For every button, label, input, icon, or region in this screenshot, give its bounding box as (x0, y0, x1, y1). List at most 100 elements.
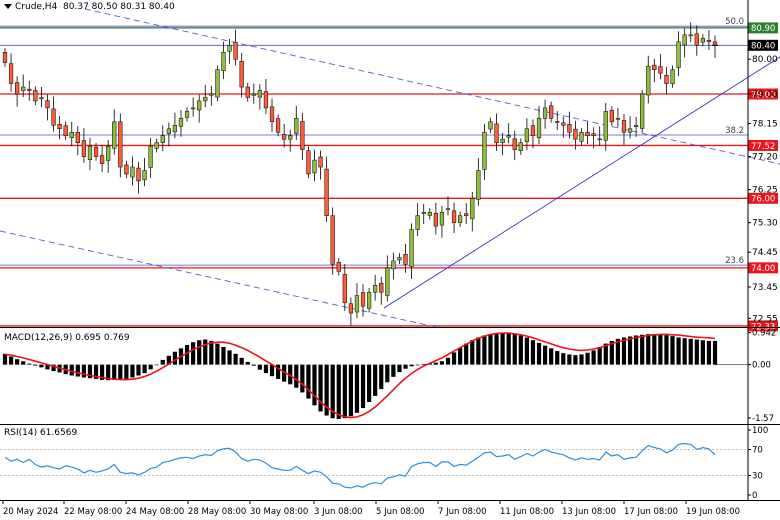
macd-histogram-bar (682, 338, 687, 365)
macd-histogram-bar (69, 364, 74, 376)
candle-body (330, 215, 335, 265)
macd-histogram-bar (561, 353, 566, 365)
price-tick-label: 72.55 (752, 314, 778, 324)
macd-histogram-bar (591, 350, 596, 365)
candle-body (627, 128, 633, 133)
candle-body (118, 121, 123, 168)
candle-body (112, 121, 117, 149)
time-tick-label: 13 Jun 08:00 (562, 507, 616, 517)
candle-body (506, 135, 511, 138)
macd-histogram-bar (203, 339, 208, 365)
candle-body (694, 33, 699, 46)
macd-histogram-bar (136, 364, 141, 376)
candle-body (676, 41, 681, 68)
candle-body (354, 295, 360, 313)
macd-histogram-bar (634, 335, 639, 365)
macd-histogram-bar (160, 359, 165, 365)
candle-body (69, 131, 74, 139)
macd-tick-label: -1.57 (752, 414, 774, 424)
candle-body (712, 41, 718, 46)
candle-body (494, 123, 499, 143)
upper-channel-line (84, 8, 780, 165)
macd-histogram-bar (385, 364, 390, 383)
candle-body (191, 107, 196, 110)
candle-body (579, 131, 584, 142)
macd-histogram-bar (567, 354, 572, 365)
macd-histogram-bar (397, 364, 402, 373)
rsi-tick-label: 70 (752, 446, 763, 456)
macd-histogram-bar (366, 364, 372, 402)
candle-body (464, 213, 469, 216)
candle-body (652, 64, 657, 70)
macd-histogram-bar (512, 334, 517, 365)
macd-histogram-bar (664, 335, 669, 365)
candle-body (373, 285, 378, 293)
candle-body (57, 123, 62, 130)
macd-tick-label: 0.942 (752, 329, 776, 339)
rsi-label: RSI(14) 61.6569 (4, 428, 78, 438)
macd-histogram-bar (15, 359, 20, 365)
fib-level-label: 23.6 (725, 256, 744, 266)
rsi-tick-label: 100 (752, 426, 768, 436)
macd-histogram-bar (579, 354, 584, 365)
macd-histogram-bar (300, 364, 305, 393)
macd-histogram-bar (27, 363, 32, 365)
candle-body (633, 125, 639, 127)
candle-body (409, 229, 414, 267)
candle-body (615, 118, 621, 120)
candle-body (536, 118, 542, 139)
rsi-line (4, 442, 716, 489)
candle-body (51, 108, 56, 126)
macd-histogram-bar (670, 336, 675, 365)
candle-body (324, 168, 329, 216)
candle-body (75, 131, 80, 143)
candle-body (403, 254, 408, 265)
macd-histogram-bar (75, 364, 80, 377)
candle-body (342, 274, 347, 303)
macd-histogram-bar (342, 364, 347, 419)
candle-body (233, 41, 238, 60)
candle-body (512, 138, 517, 150)
macd-histogram-bar (403, 364, 408, 369)
fib-level-label: 50.0 (725, 17, 744, 27)
candle-body (585, 131, 590, 136)
candle-body (640, 93, 645, 129)
macd-histogram-bar (33, 364, 38, 366)
macd-histogram-bar (391, 364, 396, 377)
time-tick-label: 30 May 08:00 (250, 507, 308, 517)
macd-histogram-bar (500, 332, 505, 365)
candle-body (670, 69, 675, 84)
macd-histogram-bar (688, 338, 693, 365)
candle-body (646, 65, 651, 96)
macd-histogram-bar (464, 343, 469, 365)
candle-body (621, 120, 627, 133)
macd-histogram-bar (227, 350, 232, 365)
candle-body (415, 215, 420, 230)
lower-channel-line (0, 230, 437, 328)
time-tick-label: 11 Jun 08:00 (500, 507, 554, 517)
candle-body (282, 134, 287, 140)
trend-lines (0, 8, 780, 328)
macd-histogram-bar (621, 337, 627, 365)
ohlc-values: 80.37 80.50 80.31 80.40 (63, 2, 175, 12)
price-tag-label: 80.90 (751, 24, 775, 34)
candle-body (148, 145, 153, 168)
candle-body (658, 66, 663, 74)
candle-body (81, 140, 87, 157)
chevron-down-icon[interactable] (4, 4, 12, 9)
candle-body (451, 210, 457, 223)
price-tick-label: 73.45 (752, 283, 778, 293)
macd-histogram-bar (530, 340, 536, 365)
macd-histogram-bar (415, 364, 420, 366)
macd-histogram-bar (39, 364, 44, 368)
candle-body (239, 61, 244, 88)
candle-body (458, 215, 463, 223)
macd-histogram-bar (658, 334, 663, 365)
candle-body (306, 150, 311, 175)
macd-histogram-bar (646, 334, 651, 365)
time-tick-label: 7 Jun 08:00 (438, 507, 487, 517)
candle-body (63, 125, 68, 136)
macd-histogram-bar (130, 364, 135, 378)
candle-body (8, 63, 14, 84)
macd-histogram-bar (573, 355, 578, 365)
